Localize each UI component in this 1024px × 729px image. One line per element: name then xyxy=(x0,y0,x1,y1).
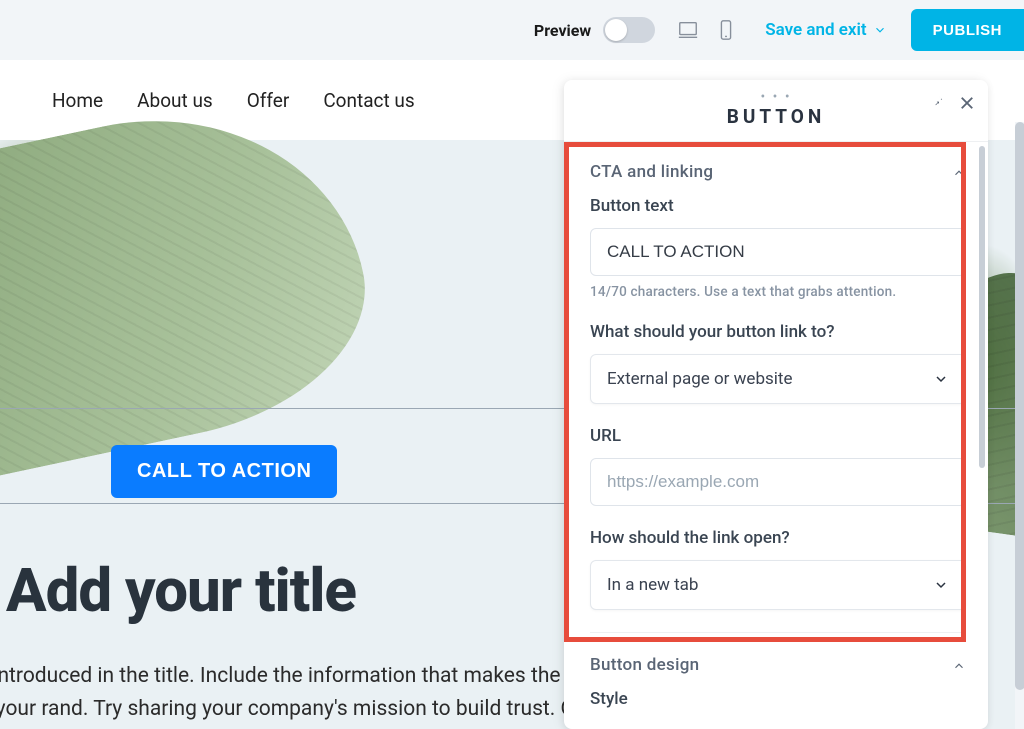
publish-button[interactable]: PUBLISH xyxy=(911,9,1024,51)
scrollbar-thumb[interactable] xyxy=(1015,122,1024,690)
save-and-exit-link[interactable]: Save and exit xyxy=(765,20,886,40)
open-mode-select[interactable]: In a new tab xyxy=(590,560,966,610)
url-input[interactable] xyxy=(590,458,966,506)
panel-header: • • • BUTTON xyxy=(564,80,988,142)
chevron-down-icon xyxy=(933,577,949,593)
stage-scrollbar[interactable] xyxy=(1015,122,1024,729)
link-target-value: External page or website xyxy=(607,369,792,389)
style-label: Style xyxy=(590,689,966,709)
desktop-icon[interactable] xyxy=(677,19,699,41)
cta-button[interactable]: CALL TO ACTION xyxy=(111,445,337,498)
nav-item-about[interactable]: About us xyxy=(137,89,213,112)
field-link-target: What should your button link to? Externa… xyxy=(590,322,966,404)
field-url: URL xyxy=(590,426,966,506)
panel-scrollbar[interactable] xyxy=(979,146,985,468)
preview-toggle[interactable] xyxy=(603,17,655,43)
nav-item-offer[interactable]: Offer xyxy=(247,89,290,112)
panel-title: BUTTON xyxy=(727,105,826,128)
chevron-up-icon xyxy=(952,165,966,179)
button-settings-panel: • • • BUTTON CTA and linking Button text… xyxy=(564,80,988,729)
hero-title[interactable]: Add your title xyxy=(6,555,356,626)
open-mode-label: How should the link open? xyxy=(590,528,966,548)
pin-icon[interactable] xyxy=(930,94,948,112)
device-switcher xyxy=(677,19,737,41)
section-cta-linking[interactable]: CTA and linking xyxy=(590,142,966,196)
save-and-exit-label: Save and exit xyxy=(765,20,866,40)
nav-item-home[interactable]: Home xyxy=(52,89,103,112)
section-head-label: CTA and linking xyxy=(590,162,713,182)
field-open-mode: How should the link open? In a new tab xyxy=(590,528,966,610)
mobile-icon[interactable] xyxy=(715,19,737,41)
link-target-select[interactable]: External page or website xyxy=(590,354,966,404)
editor-topbar: Preview Save and exit PUBLISH xyxy=(0,0,1024,60)
nav-item-contact[interactable]: Contact us xyxy=(323,89,414,112)
chevron-down-icon xyxy=(873,23,887,37)
open-mode-value: In a new tab xyxy=(607,575,698,595)
field-button-text: Button text 14/70 characters. Use a text… xyxy=(590,196,966,300)
hero-body[interactable]: te on the ideas introduced in the title.… xyxy=(0,660,610,729)
button-text-label: Button text xyxy=(590,196,966,216)
chevron-down-icon xyxy=(933,371,949,387)
drag-handle-icon[interactable]: • • • xyxy=(760,93,791,101)
preview-label: Preview xyxy=(534,21,591,40)
url-label: URL xyxy=(590,426,966,446)
field-style: Style xyxy=(590,689,966,709)
section-button-design[interactable]: Button design xyxy=(590,632,966,689)
close-icon[interactable] xyxy=(958,94,976,112)
button-text-input[interactable] xyxy=(590,228,966,276)
link-target-label: What should your button link to? xyxy=(590,322,966,342)
section-head-label: Button design xyxy=(590,655,699,675)
chevron-up-icon xyxy=(952,658,966,672)
button-text-helper: 14/70 characters. Use a text that grabs … xyxy=(590,284,966,300)
